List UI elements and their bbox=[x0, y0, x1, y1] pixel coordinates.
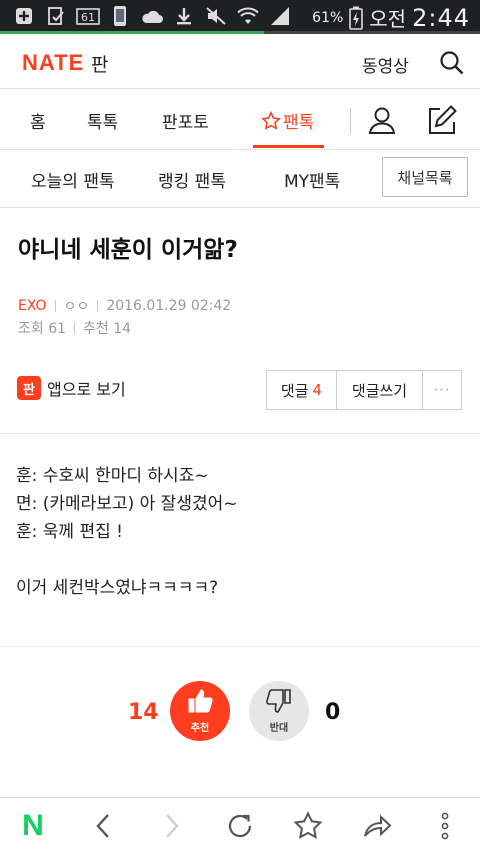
subtab-ranking-fantalk[interactable]: 랭킹 팬톡 bbox=[158, 167, 226, 192]
subtab-today-fantalk[interactable]: 오늘의 팬톡 bbox=[31, 167, 115, 192]
comments-count: 4 bbox=[312, 381, 323, 399]
recommend-count: 14 bbox=[128, 700, 159, 725]
clipboard-check-icon bbox=[44, 5, 68, 27]
video-link[interactable]: 동영상 bbox=[362, 52, 409, 77]
mute-icon bbox=[204, 5, 228, 27]
status-bar: 61 61% 오전 2:44 bbox=[0, 0, 480, 34]
comments-label: 댓글 bbox=[280, 381, 309, 400]
menu-button[interactable] bbox=[427, 808, 463, 844]
subtab-my-fantalk[interactable]: MY팬톡 bbox=[284, 167, 340, 192]
post-author: ㅇㅇ bbox=[63, 299, 90, 315]
add-notification-icon bbox=[12, 5, 36, 27]
naver-home-button[interactable]: N bbox=[15, 808, 51, 844]
more-options-button[interactable]: ··· bbox=[423, 371, 461, 409]
signal-icon bbox=[268, 5, 292, 27]
comments-button[interactable]: 댓글 4 bbox=[267, 371, 337, 409]
ampm-label: 오전 bbox=[369, 7, 407, 31]
write-post-icon[interactable] bbox=[426, 104, 458, 136]
main-nav: 홈 톡톡 판포토 팬톡 bbox=[0, 90, 480, 150]
post-body: 훈: 수호씨 한마디 하시죠~ 면: (카메라보고) 아 잘생겼어~ 훈: 욱께… bbox=[16, 462, 238, 602]
tab-fantalk-label: 팬톡 bbox=[283, 113, 315, 133]
tab-panphoto[interactable]: 판포토 bbox=[162, 108, 209, 133]
post-stats: 조회 61 추천 14 bbox=[18, 318, 131, 338]
page-load-progress bbox=[0, 31, 480, 34]
open-in-app-link[interactable]: 판 앱으로 보기 bbox=[17, 376, 126, 400]
chevron-left-icon bbox=[96, 814, 109, 838]
phone-screen-icon bbox=[108, 5, 132, 27]
nate-logo[interactable]: NATE bbox=[22, 50, 84, 76]
body-line: 이거 세컨박스였냐ㅋㅋㅋㅋ? bbox=[16, 578, 219, 598]
battery-percent: 61% bbox=[312, 9, 344, 26]
share-button[interactable] bbox=[359, 808, 395, 844]
tab-home[interactable]: 홈 bbox=[30, 108, 46, 133]
nav-divider bbox=[350, 108, 351, 134]
oppose-label: 반대 bbox=[269, 723, 289, 734]
meta-separator bbox=[54, 300, 56, 312]
body-line bbox=[16, 546, 238, 574]
site-header: NATE 판 동영상 bbox=[0, 36, 480, 89]
browser-toolbar: N bbox=[0, 797, 480, 853]
naver-logo: N bbox=[22, 809, 44, 842]
channel-list-button[interactable]: 채널목록 bbox=[382, 157, 468, 197]
post-title: 야니네 세훈이 이거앎? bbox=[18, 237, 238, 263]
post-datetime: 2016.01.29 02:42 bbox=[106, 298, 232, 314]
svg-text:61: 61 bbox=[81, 11, 95, 24]
page-load-progress-fill bbox=[0, 31, 264, 34]
share-arrow-icon bbox=[364, 814, 392, 837]
view-count: 조회 61 bbox=[18, 321, 67, 337]
sub-nav: 오늘의 팬톡 랭킹 팬톡 MY팬톡 채널목록 bbox=[0, 150, 480, 208]
thumbs-down-icon bbox=[266, 689, 291, 713]
recommend-count-label: 추천 14 bbox=[83, 321, 132, 337]
pan-section-title[interactable]: 판 bbox=[91, 50, 108, 77]
recommend-button[interactable]: 추천 bbox=[170, 681, 230, 741]
open-in-app-label: 앱으로 보기 bbox=[47, 380, 126, 399]
post-category[interactable]: EXO bbox=[18, 298, 47, 314]
wifi-icon bbox=[236, 5, 260, 27]
oppose-count: 0 bbox=[325, 700, 341, 725]
post-action-group: 댓글 4 댓글쓰기 ··· bbox=[266, 370, 462, 410]
active-tab-indicator bbox=[253, 145, 324, 148]
refresh-icon bbox=[228, 814, 252, 838]
body-divider bbox=[0, 646, 480, 647]
post-meta: EXO ㅇㅇ 2016.01.29 02:42 bbox=[18, 296, 231, 316]
cloud-icon bbox=[140, 5, 164, 27]
battery-charging-icon bbox=[349, 6, 364, 30]
meta-separator bbox=[97, 300, 99, 312]
tab-toktok[interactable]: 톡톡 bbox=[87, 108, 118, 133]
download-icon bbox=[172, 5, 196, 27]
more-vertical-icon bbox=[441, 812, 449, 840]
body-line: 면: (카메라보고) 아 잘생겼어~ bbox=[16, 494, 238, 514]
tab-fantalk[interactable]: 팬톡 bbox=[261, 108, 314, 133]
star-icon bbox=[293, 811, 323, 839]
body-line: 훈: 욱께 편집 ! bbox=[16, 522, 123, 542]
clock: 2:44 bbox=[412, 3, 470, 32]
star-outline-icon bbox=[261, 110, 281, 130]
chevron-right-icon bbox=[166, 814, 179, 838]
calendar-61-icon: 61 bbox=[76, 5, 100, 27]
meta-separator bbox=[74, 322, 76, 334]
recommend-label: 추천 bbox=[190, 723, 210, 734]
bookmark-button[interactable] bbox=[290, 808, 326, 844]
thumbs-up-icon bbox=[188, 689, 213, 713]
write-comment-button[interactable]: 댓글쓰기 bbox=[337, 371, 423, 409]
search-icon[interactable] bbox=[438, 49, 466, 77]
forward-button[interactable] bbox=[154, 808, 190, 844]
user-icon[interactable] bbox=[366, 104, 398, 136]
reload-button[interactable] bbox=[222, 808, 258, 844]
body-line: 훈: 수호씨 한마디 하시죠~ bbox=[16, 466, 209, 486]
section-divider bbox=[0, 433, 480, 434]
oppose-button[interactable]: 반대 bbox=[249, 681, 309, 741]
pan-app-icon: 판 bbox=[17, 376, 41, 400]
back-button[interactable] bbox=[85, 808, 121, 844]
